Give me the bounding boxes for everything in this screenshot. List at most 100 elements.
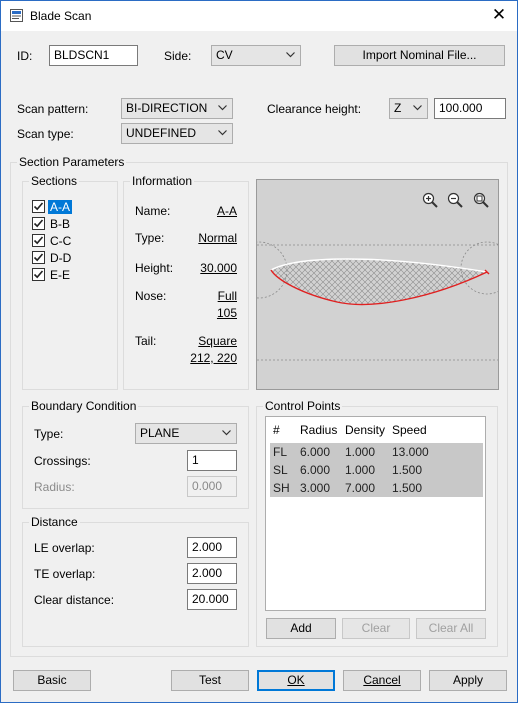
le-overlap-label: LE overlap: — [34, 541, 95, 555]
checkmark-icon — [33, 236, 44, 245]
section-item-label[interactable]: E-E — [48, 268, 72, 282]
scan-pattern-label: Scan pattern: — [17, 102, 89, 116]
ok-button-label: OK — [287, 673, 305, 687]
distance-title: Distance — [29, 515, 80, 529]
clearance-axis-value: Z — [394, 101, 402, 115]
section-item-label[interactable]: D-D — [48, 251, 73, 265]
chevron-down-icon — [413, 105, 422, 111]
info-height-label: Height: — [135, 261, 174, 275]
radius-label: Radius: — [34, 480, 75, 494]
info-tail-label: Tail: — [135, 334, 157, 348]
boundary-type-value: PLANE — [140, 426, 180, 440]
control-points-title: Control Points — [263, 399, 343, 413]
table-cell: 6.000 — [300, 463, 331, 477]
clear-button[interactable]: Clear — [342, 618, 410, 639]
section-parameters-title: Section Parameters — [17, 155, 127, 169]
blade-profile-drawing — [257, 241, 498, 361]
table-cell: 7.000 — [345, 481, 376, 495]
information-title: Information — [130, 174, 195, 188]
chevron-down-icon — [222, 430, 231, 436]
info-tail-value-link[interactable]: 212, 220 — [190, 351, 237, 365]
section-preview[interactable] — [256, 179, 499, 390]
boundary-type-label: Type: — [34, 427, 64, 441]
test-button[interactable]: Test — [171, 670, 249, 691]
section-checkbox[interactable] — [32, 268, 45, 281]
table-cell: SH — [273, 481, 290, 495]
chevron-down-icon — [286, 52, 295, 58]
section-checkbox[interactable] — [32, 200, 45, 213]
info-nose-value-link[interactable]: 105 — [217, 306, 237, 320]
app-icon — [10, 9, 23, 22]
radius-input[interactable]: 0.000 — [187, 476, 237, 497]
title-bar: Blade Scan ✕ — [1, 1, 517, 31]
clearance-axis-select[interactable]: Z — [389, 98, 428, 119]
clearance-height-input[interactable]: 100.000 — [434, 98, 506, 119]
chevron-down-icon — [218, 130, 227, 136]
sections-title: Sections — [29, 174, 80, 188]
column-header: # — [273, 423, 280, 437]
import-nominal-file-button[interactable]: Import Nominal File... — [334, 45, 505, 66]
boundary-condition-title: Boundary Condition — [29, 399, 139, 413]
blade-scan-dialog: Blade Scan ✕ ID: BLDSCN1 Side: CV Import… — [0, 0, 518, 703]
info-tail-link[interactable]: Square — [198, 334, 237, 348]
checkmark-icon — [33, 219, 44, 228]
table-cell: 1.500 — [392, 481, 423, 495]
info-type-link[interactable]: Normal — [198, 231, 237, 245]
window-title: Blade Scan — [30, 9, 92, 23]
section-checkbox[interactable] — [32, 234, 45, 247]
checkmark-icon — [33, 253, 44, 262]
te-overlap-input[interactable]: 2.000 — [187, 563, 237, 584]
le-overlap-input[interactable]: 2.000 — [187, 537, 237, 558]
table-cell: 6.000 — [300, 445, 331, 459]
table-row[interactable]: SH 3.000 7.000 1.500 — [270, 479, 483, 497]
scan-pattern-select[interactable]: BI-DIRECTION — [121, 98, 233, 119]
clear-distance-input[interactable]: 20.000 — [187, 589, 237, 610]
table-row[interactable]: SL 6.000 1.000 1.500 — [270, 461, 483, 479]
info-type-label: Type: — [135, 231, 165, 245]
column-header: Speed — [392, 423, 427, 437]
te-overlap-label: TE overlap: — [34, 567, 96, 581]
add-button[interactable]: Add — [266, 618, 336, 639]
control-points-list[interactable]: # Radius Density Speed FL 6.000 1.000 13.00… — [265, 416, 486, 611]
section-item-label[interactable]: A-A — [48, 200, 73, 214]
table-cell: 1.000 — [345, 463, 376, 477]
side-select[interactable]: CV — [211, 45, 301, 66]
column-header: Density — [345, 423, 386, 437]
info-height-link[interactable]: 30.000 — [200, 261, 237, 275]
info-nose-label: Nose: — [135, 289, 167, 303]
id-label: ID: — [17, 49, 33, 63]
clear-distance-label: Clear distance: — [34, 593, 115, 607]
basic-button[interactable]: Basic — [13, 670, 91, 691]
ok-button[interactable]: OK — [257, 670, 335, 691]
cancel-button-label: Cancel — [363, 673, 401, 687]
close-icon[interactable]: ✕ — [487, 4, 511, 26]
info-nose-link[interactable]: Full — [218, 289, 237, 303]
section-item-label[interactable]: C-C — [48, 234, 73, 248]
scan-pattern-value: BI-DIRECTION — [126, 101, 208, 115]
side-value: CV — [216, 48, 233, 62]
crossings-label: Crossings: — [34, 454, 91, 468]
checkmark-icon — [33, 270, 44, 279]
side-label: Side: — [164, 49, 192, 63]
id-input[interactable]: BLDSCN1 — [49, 45, 138, 66]
boundary-type-select[interactable]: PLANE — [135, 423, 237, 444]
clearance-height-label: Clearance height: — [267, 102, 362, 116]
table-row[interactable]: FL 6.000 1.000 13.000 — [270, 443, 483, 461]
scan-type-select[interactable]: UNDEFINED — [121, 123, 233, 144]
table-cell: 1.500 — [392, 463, 423, 477]
chevron-down-icon — [218, 105, 227, 111]
apply-button[interactable]: Apply — [429, 670, 507, 691]
crossings-input[interactable]: 1 — [187, 450, 237, 471]
info-name-label: Name: — [135, 204, 171, 218]
table-cell: 3.000 — [300, 481, 331, 495]
section-checkbox[interactable] — [32, 217, 45, 230]
table-cell: 13.000 — [392, 445, 429, 459]
cancel-button[interactable]: Cancel — [343, 670, 421, 691]
info-name-link[interactable]: A-A — [217, 204, 237, 218]
table-cell: SL — [273, 463, 288, 477]
section-item-label[interactable]: B-B — [48, 217, 72, 231]
checkmark-icon — [33, 202, 44, 211]
section-checkbox[interactable] — [32, 251, 45, 264]
table-cell: FL — [273, 445, 288, 459]
clear-all-button[interactable]: Clear All — [416, 618, 486, 639]
